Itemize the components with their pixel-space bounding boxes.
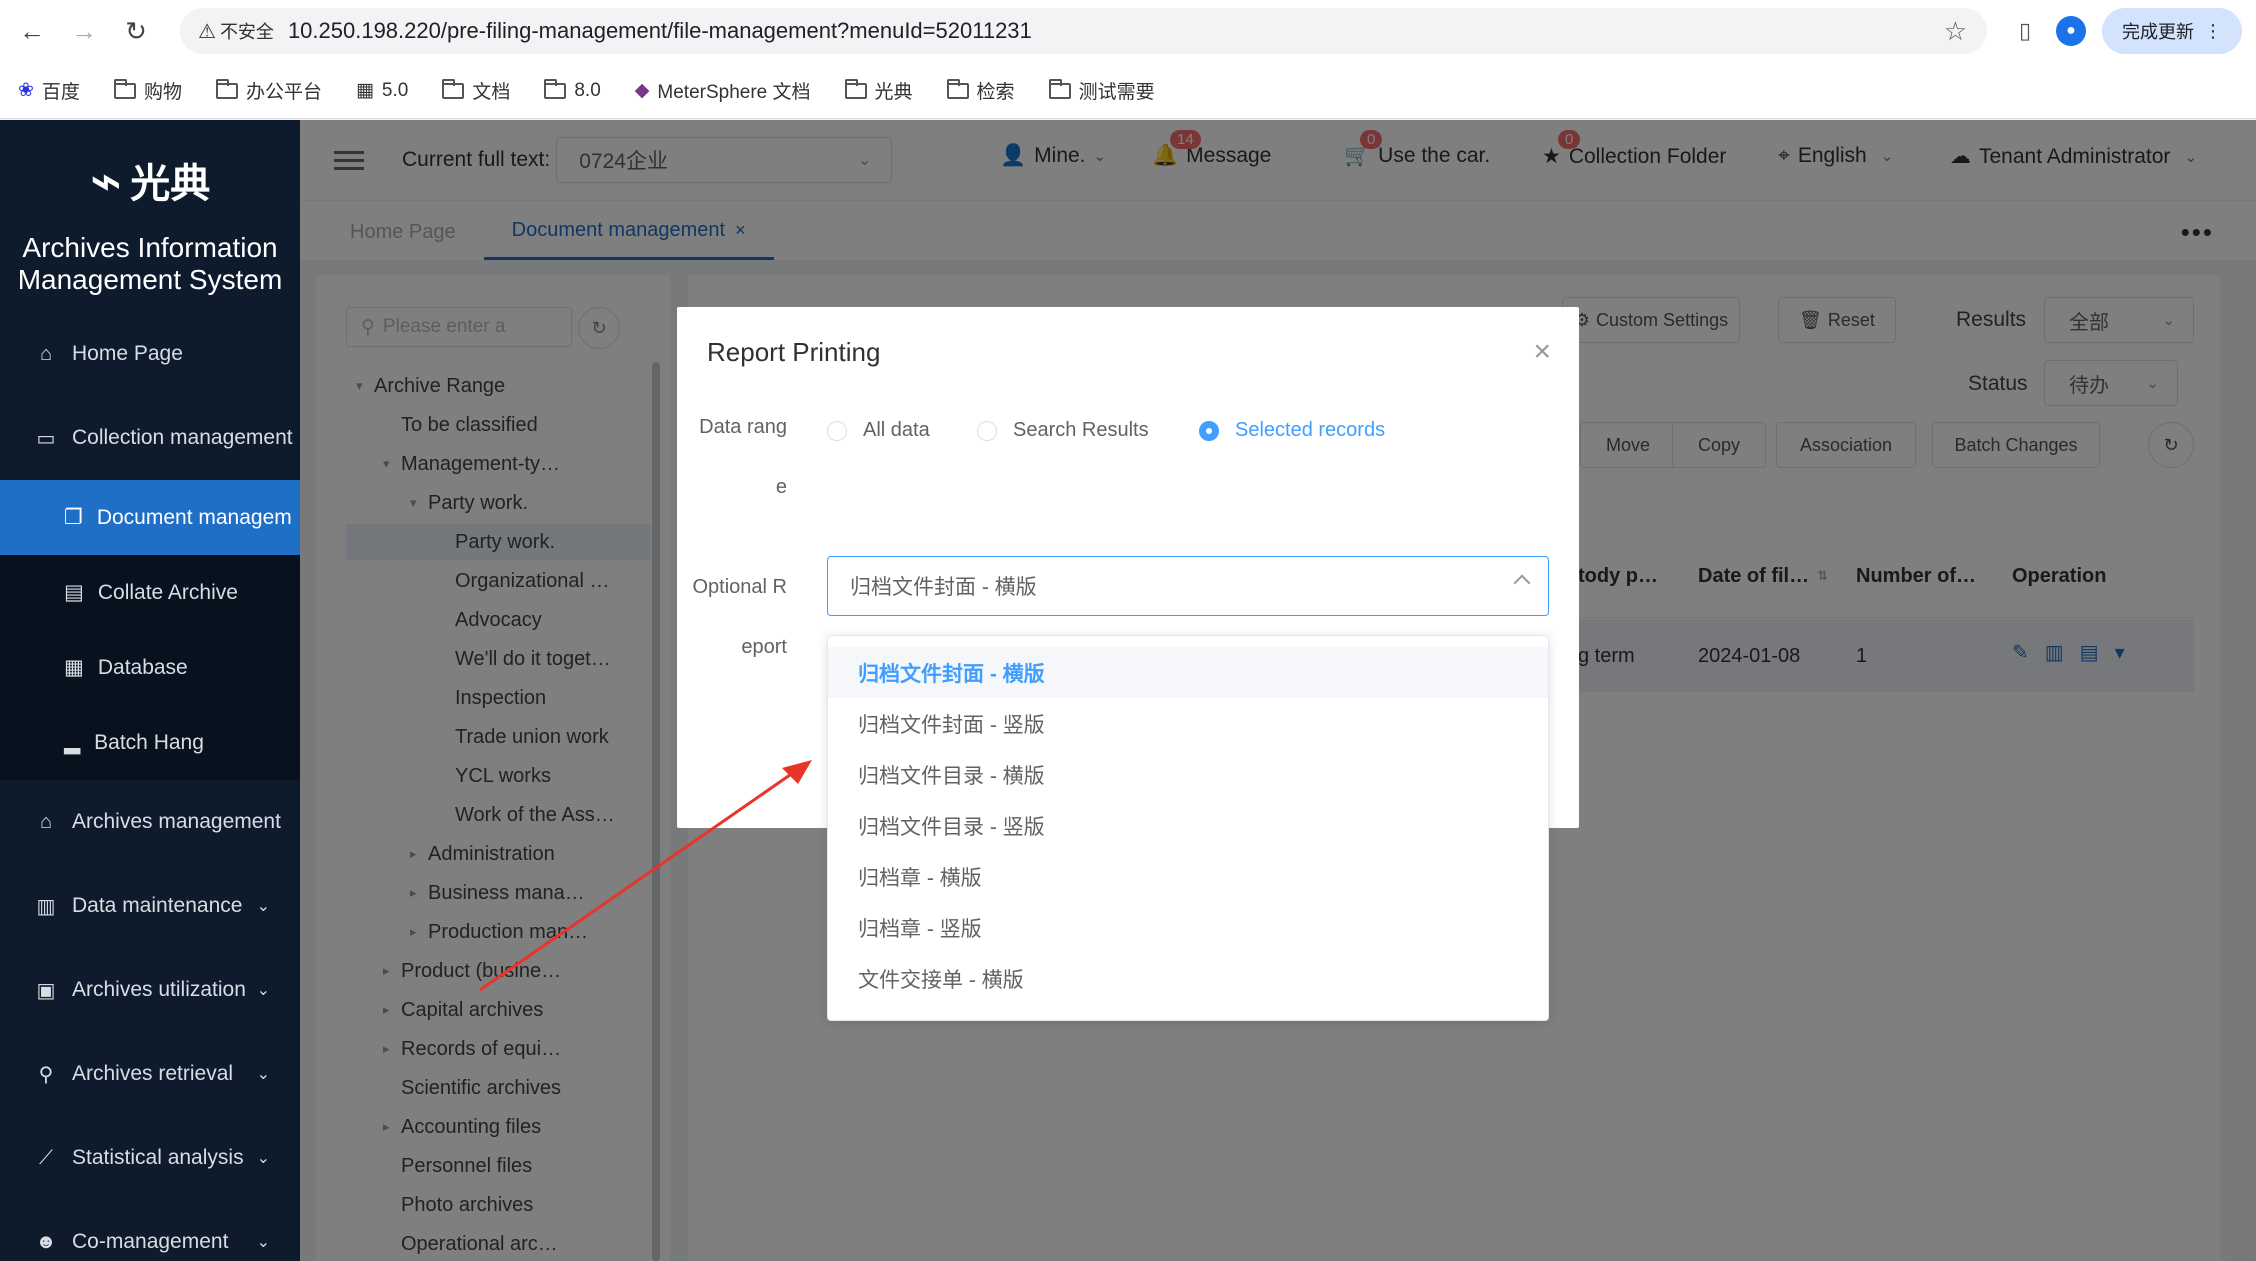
home-icon: ⌂ (39, 342, 53, 365)
folder-icon (113, 78, 136, 99)
file-icon: ▤ (64, 581, 84, 604)
metersphere-icon: ◆ (634, 80, 650, 101)
sidebar-item-collate-archive[interactable]: ▤ Collate Archive (0, 555, 300, 630)
bookmark-star-icon[interactable]: ☆ (1944, 16, 1967, 47)
folder-icon (946, 78, 969, 99)
chevron-down-icon: ⌄ (256, 1066, 270, 1083)
data-range-label: Data rang e (699, 416, 787, 498)
folder-icon (442, 78, 465, 99)
annotation-arrow (479, 760, 812, 992)
folder-icon (1048, 78, 1071, 99)
system-title: Archives Information Management System (17, 232, 283, 295)
bookmark-office[interactable]: 办公平台 (215, 77, 322, 104)
dialog-title: Report Printing (707, 337, 881, 367)
sidebar-item-archives-utilization[interactable]: ▣ Archives utilization ⌄ (0, 948, 300, 1032)
report-option[interactable]: 归档文件目录 - 竖版 (828, 800, 1548, 851)
building-icon: ▥ (36, 895, 56, 918)
chevron-down-icon: ⌄ (256, 898, 270, 915)
url-text: 10.250.198.220/pre-filing-management/fil… (287, 18, 1032, 43)
sidebar-item-collection[interactable]: ▭ Collection management (0, 396, 300, 480)
box-icon: ▭ (36, 427, 56, 450)
chart-icon: ▂ (64, 731, 81, 754)
sidebar: ⌁ 光典 Archives Information Management Syst… (0, 120, 300, 1261)
report-dropdown: 归档文件封面 - 横版 归档文件封面 - 竖版 归档文件目录 - 横版 归档文件… (827, 635, 1549, 1021)
report-option[interactable]: 归档文件封面 - 竖版 (828, 698, 1548, 749)
radio-circle (977, 420, 997, 441)
bookmark-baidu[interactable]: ❀ 百度 (18, 77, 80, 104)
folder-icon (844, 78, 867, 99)
logo-mark-icon: ⌁ (89, 150, 123, 211)
radio-all-data[interactable]: All data (827, 419, 930, 442)
sidebar-menu: ⌂ Home Page ▭ Collection management ❐ Docum… (0, 312, 300, 1261)
report-option[interactable]: 归档章 - 竖版 (828, 902, 1548, 953)
image-icon: ▦ (355, 80, 374, 101)
report-option[interactable]: 文件交接单 - 竖版 (828, 1004, 1548, 1021)
document-icon: ❐ (64, 506, 83, 529)
bookmark-testing[interactable]: 测试需要 (1048, 77, 1155, 104)
close-icon[interactable]: × (1533, 335, 1551, 369)
sidebar-item-archives-management[interactable]: ⌂ Archives management (0, 780, 300, 864)
line-chart-icon: ⟋ (39, 1146, 53, 1169)
back-icon[interactable]: ← (12, 12, 52, 52)
side-panel-icon[interactable]: ▯ (2010, 16, 2040, 46)
more-vertical-icon: ⋮ (2204, 20, 2222, 41)
bookmark-guangdian[interactable]: 光典 (844, 77, 913, 104)
bookmark-8-0[interactable]: 8.0 (544, 78, 601, 102)
bookmark-metersphere[interactable]: ◆ MeterSphere 文档 (635, 77, 811, 104)
annotation-arrow-line (479, 766, 801, 992)
search-icon: ⚲ (38, 1063, 54, 1086)
sidebar-item-statistical-analysis[interactable]: ⟋ Statistical analysis ⌄ (0, 1116, 300, 1200)
folder-icon (215, 78, 238, 99)
sidebar-item-data-maintenance[interactable]: ▥ Data maintenance ⌄ (0, 864, 300, 948)
radio-circle (827, 420, 847, 441)
bookmarks-bar: ❀ 百度 购物 办公平台 ▦ 5.0 文档 8.0 ◆ MeterSphere 文档 … (0, 63, 2256, 119)
folder-icon (544, 78, 567, 99)
app-logo: ⌁ 光典 (89, 150, 211, 211)
update-button[interactable]: 完成更新 ⋮ (2102, 8, 2242, 54)
bookmark-shopping[interactable]: 购物 (113, 77, 182, 104)
address-bar[interactable]: ⚠ 不安全 10.250.198.220/pre-filing-managemen… (180, 8, 1987, 54)
radio-search-results[interactable]: Search Results (977, 419, 1149, 442)
bank-icon: ⌂ (39, 810, 53, 833)
report-option[interactable]: 归档文件封面 - 横版 (828, 647, 1548, 698)
radio-circle (1199, 420, 1219, 441)
chevron-down-icon: ⌄ (256, 1234, 270, 1251)
forward-icon[interactable]: → (64, 12, 104, 52)
chevron-up-icon (1513, 574, 1531, 592)
report-option[interactable]: 归档文件目录 - 横版 (828, 749, 1548, 800)
chevron-down-icon: ⌄ (256, 1150, 270, 1167)
bookmark-5-0[interactable]: ▦ 5.0 (356, 79, 408, 102)
report-option[interactable]: 文件交接单 - 横版 (828, 953, 1548, 1004)
warning-icon: ⚠ (198, 20, 216, 43)
calendar-icon: ▦ (64, 656, 84, 679)
chevron-down-icon: ⌄ (256, 982, 270, 999)
optional-report-select[interactable]: 归档文件封面 - 横版 (827, 556, 1549, 616)
bookmark-search[interactable]: 检索 (946, 77, 1015, 104)
people-icon: ☻ (35, 1230, 57, 1253)
browser-toolbar: ← → ↻ ⚠ 不安全 10.250.198.220/pre-filing-man… (0, 0, 2256, 63)
radio-selected-records[interactable]: Selected records (1199, 419, 1385, 442)
profile-avatar-icon[interactable]: ● (2056, 16, 2086, 46)
clipboard-icon: ▣ (36, 979, 56, 1002)
baidu-paw-icon: ❀ (18, 80, 34, 101)
sidebar-item-database[interactable]: ▦ Database (0, 630, 300, 705)
sidebar-item-archives-retrieval[interactable]: ⚲ Archives retrieval ⌄ (0, 1032, 300, 1116)
sidebar-item-home[interactable]: ⌂ Home Page (0, 312, 300, 396)
sidebar-item-co-management[interactable]: ☻ Co-management ⌄ (0, 1200, 300, 1261)
reload-icon[interactable]: ↻ (116, 12, 156, 52)
report-option[interactable]: 归档章 - 横版 (828, 851, 1548, 902)
optional-report-label: Optional R eport (692, 576, 788, 658)
bookmark-docs[interactable]: 文档 (442, 77, 510, 104)
sidebar-item-batch-hang[interactable]: ▂ Batch Hang (0, 705, 300, 780)
insecure-indicator[interactable]: ⚠ 不安全 (198, 18, 274, 44)
sidebar-item-document-management[interactable]: ❐ Document managem (0, 480, 300, 555)
annotation-arrow-head (782, 760, 812, 784)
